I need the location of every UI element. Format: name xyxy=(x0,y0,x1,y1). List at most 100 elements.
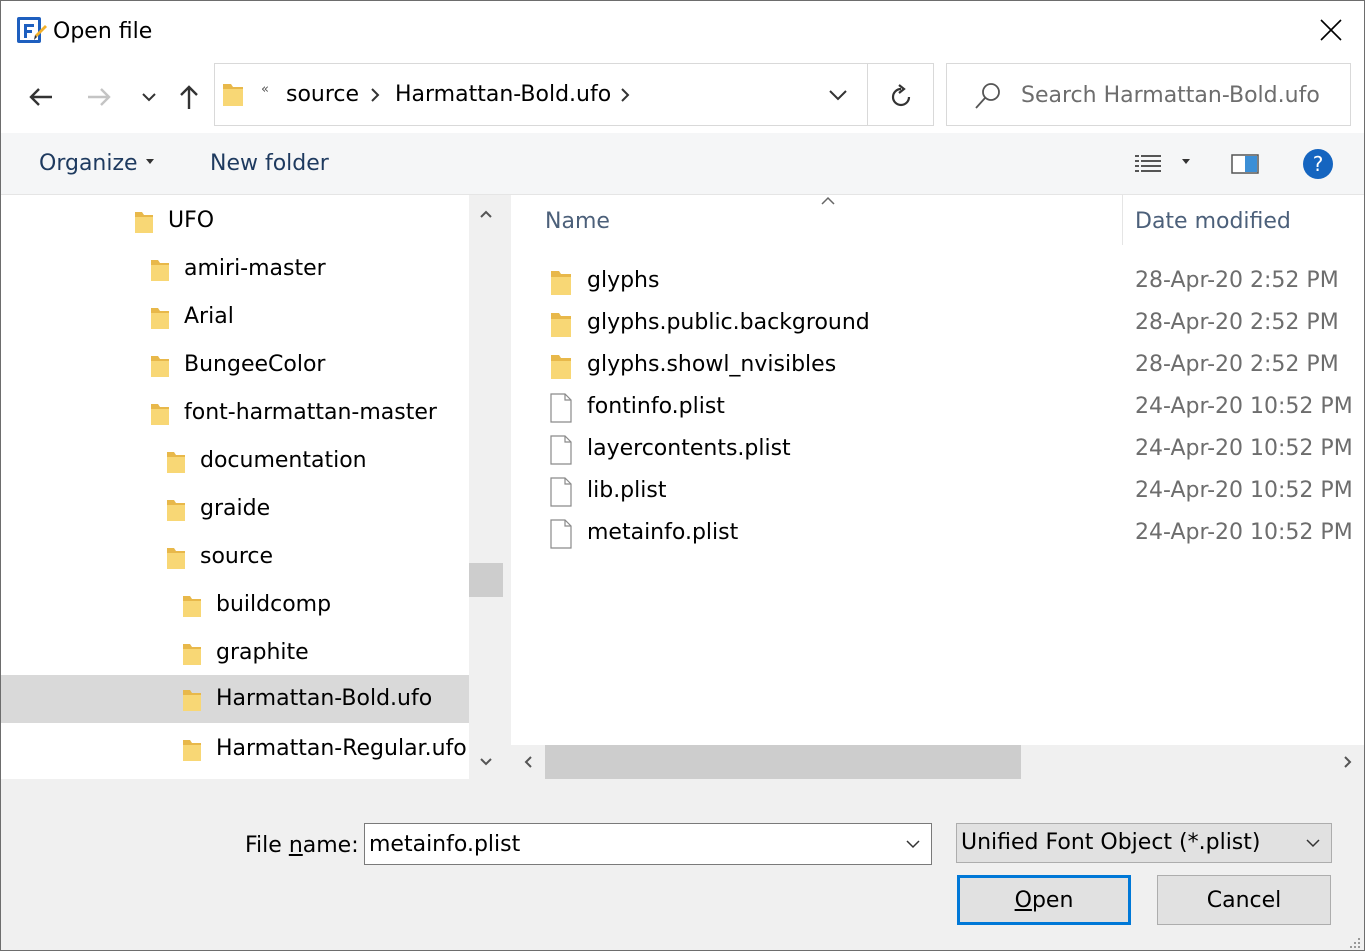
file-type-select[interactable]: Unified Font Object (*.plist) xyxy=(956,823,1332,863)
scroll-thumb[interactable] xyxy=(469,563,503,597)
file-row-fontinfo-plist[interactable]: fontinfo.plist 24-Apr-20 10:52 PM xyxy=(539,387,1359,429)
file-name: layercontents.plist xyxy=(587,436,791,461)
tree-item-ufo[interactable]: UFO xyxy=(1,197,469,245)
file-row-glyphs-showl-nvisibles[interactable]: glyphs.showl_nvisibles 28-Apr-20 2:52 PM xyxy=(539,345,1359,387)
chevron-down-icon xyxy=(829,90,847,101)
cancel-button[interactable]: Cancel xyxy=(1157,875,1331,925)
file-row-glyphs[interactable]: glyphs 28-Apr-20 2:52 PM xyxy=(539,261,1359,303)
tree-item-label: Harmattan-Regular.ufo xyxy=(216,736,467,761)
tree-item-bungeecolor[interactable]: BungeeColor xyxy=(1,341,469,389)
folder-icon xyxy=(183,740,201,761)
tree-item-label: UFO xyxy=(168,208,215,233)
file-row-layercontents-plist[interactable]: layercontents.plist 24-Apr-20 10:52 PM xyxy=(539,429,1359,471)
file-name-dropdown-button[interactable] xyxy=(901,834,925,854)
scroll-thumb[interactable] xyxy=(545,745,1021,779)
document-icon xyxy=(550,477,572,507)
file-row-glyphs-public-background[interactable]: glyphs.public.background 28-Apr-20 2:52 … xyxy=(539,303,1359,345)
recent-locations-button[interactable] xyxy=(129,77,169,117)
tree-item-source[interactable]: source xyxy=(1,533,469,581)
tree-item-label: Arial xyxy=(184,304,234,329)
breadcrumb-overflow[interactable]: « xyxy=(261,82,269,97)
window-title: Open file xyxy=(53,19,153,44)
folder-icon xyxy=(223,84,243,106)
chevron-right-icon[interactable] xyxy=(368,86,382,104)
refresh-button[interactable] xyxy=(881,76,921,116)
address-divider xyxy=(867,64,868,125)
resize-grip-icon[interactable] xyxy=(1346,934,1362,950)
preview-pane-button[interactable] xyxy=(1227,147,1263,181)
tree-item-harmattan-regular-ufo[interactable]: Harmattan-Regular.ufo xyxy=(1,725,469,773)
file-name: fontinfo.plist xyxy=(587,394,725,419)
up-button[interactable] xyxy=(169,77,209,117)
tree-item-label: BungeeColor xyxy=(184,352,326,377)
folder-icon xyxy=(151,308,169,329)
document-icon xyxy=(550,393,572,423)
address-history-dropdown[interactable] xyxy=(821,78,855,112)
view-dropdown-button[interactable] xyxy=(1177,147,1195,181)
caret-down-icon xyxy=(1182,158,1190,164)
command-toolbar: Organize New folder ? xyxy=(1,133,1364,195)
folder-icon xyxy=(551,355,571,379)
file-list-horizontal-scrollbar[interactable] xyxy=(511,745,1364,779)
file-name-combobox[interactable] xyxy=(364,823,932,865)
tree-item-font-harmattan-master[interactable]: font-harmattan-master xyxy=(1,389,469,437)
breadcrumb-source[interactable]: source xyxy=(286,80,359,110)
file-row-lib-plist[interactable]: lib.plist 24-Apr-20 10:52 PM xyxy=(539,471,1359,513)
file-type-value: Unified Font Object (*.plist) xyxy=(961,830,1261,855)
open-file-dialog: Open file « source Harmattan-Bold.ufo Se… xyxy=(0,0,1365,951)
forward-button[interactable] xyxy=(79,77,119,117)
chevron-down-icon xyxy=(480,758,492,766)
column-divider[interactable] xyxy=(1122,195,1123,245)
scroll-down-button[interactable] xyxy=(469,745,503,779)
address-bar[interactable]: « source Harmattan-Bold.ufo xyxy=(214,63,934,126)
file-name: glyphs.showl_nvisibles xyxy=(587,352,837,377)
view-options-button[interactable] xyxy=(1131,147,1165,181)
chevron-right-icon xyxy=(1344,756,1352,768)
folder-icon xyxy=(183,644,201,665)
back-button[interactable] xyxy=(21,77,61,117)
column-header-name[interactable]: Name xyxy=(545,207,610,237)
tree-item-graphite[interactable]: graphite xyxy=(1,629,469,677)
tree-item-label: graide xyxy=(200,496,271,521)
scroll-up-button[interactable] xyxy=(469,197,503,231)
organize-button[interactable]: Organize xyxy=(39,149,154,179)
tree-item-label: source xyxy=(200,544,274,569)
file-name-input[interactable] xyxy=(369,828,889,860)
new-folder-button[interactable]: New folder xyxy=(210,149,329,179)
tree-item-label: font-harmattan-master xyxy=(184,400,437,425)
tree-item-amiri-master[interactable]: amiri-master xyxy=(1,245,469,293)
file-type-dropdown-button[interactable] xyxy=(1301,833,1325,853)
search-icon xyxy=(975,83,1000,109)
tree-item-arial[interactable]: Arial xyxy=(1,293,469,341)
document-icon xyxy=(550,519,572,549)
tree-item-harmattan-bold-ufo[interactable]: Harmattan-Bold.ufo xyxy=(1,675,469,723)
tree-item-buildcomp[interactable]: buildcomp xyxy=(1,581,469,629)
tree-item-label: buildcomp xyxy=(216,592,332,617)
file-row-metainfo-plist[interactable]: metainfo.plist 24-Apr-20 10:52 PM xyxy=(539,513,1359,555)
search-box[interactable] xyxy=(946,63,1351,126)
scroll-left-button[interactable] xyxy=(511,745,545,779)
column-header-date-modified[interactable]: Date modified xyxy=(1135,207,1291,237)
tree-vertical-scrollbar[interactable] xyxy=(469,195,503,779)
folder-icon xyxy=(151,356,169,377)
chevron-down-icon xyxy=(906,839,920,848)
close-button[interactable] xyxy=(1298,1,1364,59)
file-date: 28-Apr-20 2:52 PM xyxy=(1135,268,1339,293)
search-input[interactable] xyxy=(1019,74,1339,116)
refresh-icon xyxy=(891,84,911,107)
folder-icon xyxy=(135,212,153,233)
folder-icon xyxy=(183,690,201,711)
open-button[interactable]: Open xyxy=(957,875,1131,925)
scroll-right-button[interactable] xyxy=(1331,745,1364,779)
help-button[interactable]: ? xyxy=(1301,147,1335,181)
folder-icon xyxy=(167,452,185,473)
breadcrumb-harmattan-bold[interactable]: Harmattan-Bold.ufo xyxy=(395,80,611,110)
chevron-right-icon[interactable] xyxy=(618,86,632,104)
file-date: 28-Apr-20 2:52 PM xyxy=(1135,310,1339,335)
svg-text:?: ? xyxy=(1313,152,1324,176)
file-date: 24-Apr-20 10:52 PM xyxy=(1135,436,1353,461)
folder-icon xyxy=(167,548,185,569)
tree-item-documentation[interactable]: documentation xyxy=(1,437,469,485)
close-icon xyxy=(1320,19,1342,41)
tree-item-graide[interactable]: graide xyxy=(1,485,469,533)
